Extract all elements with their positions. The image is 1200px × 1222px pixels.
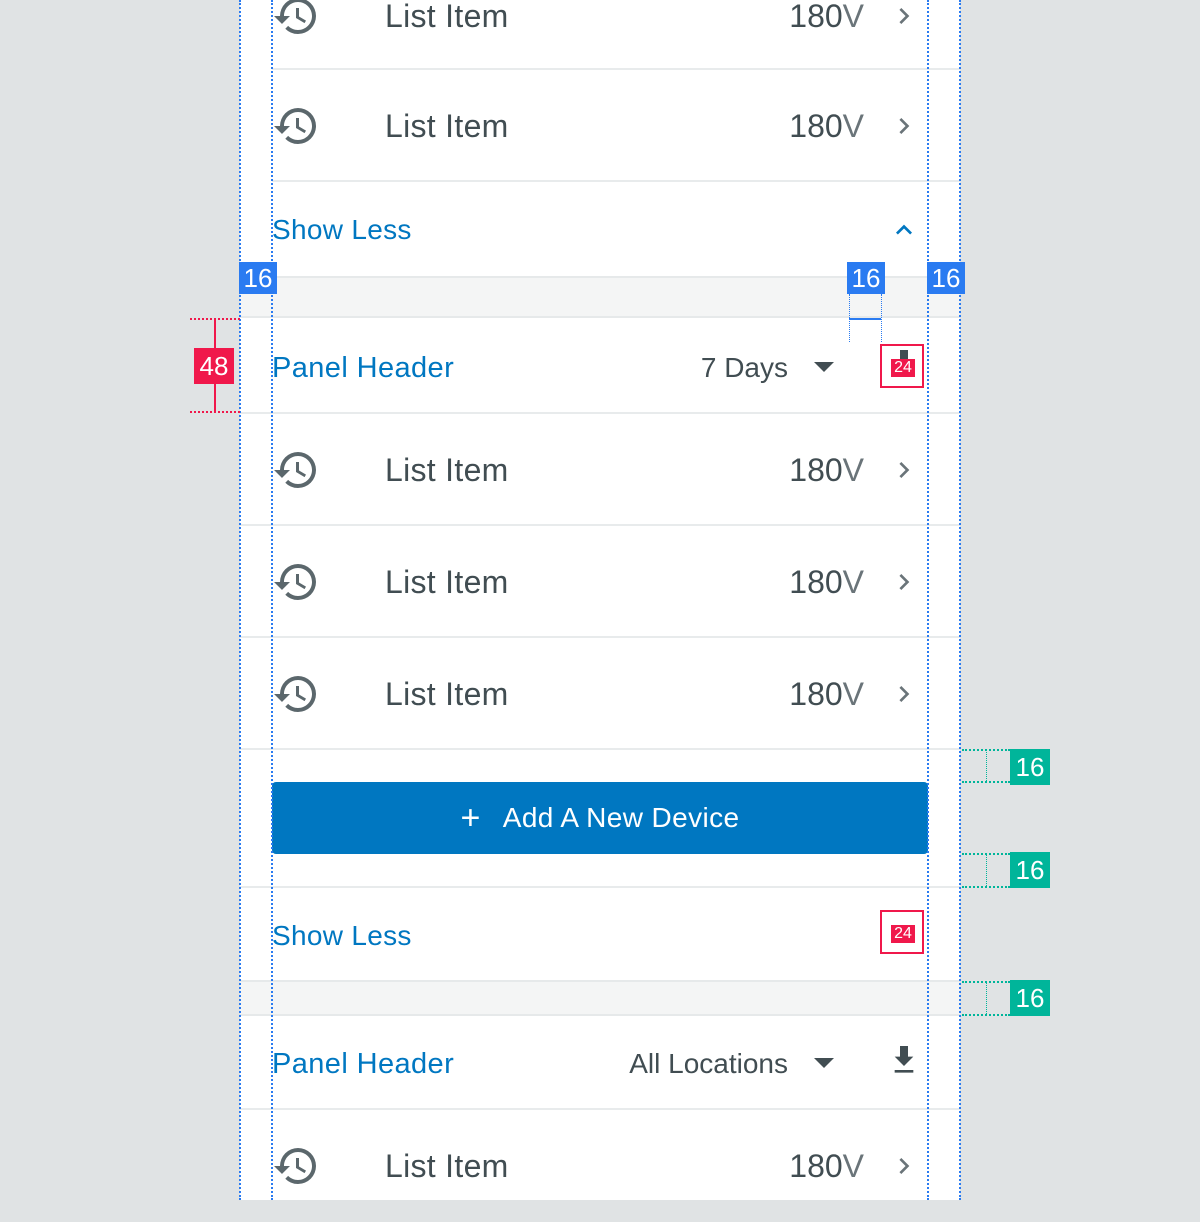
list-item-value: 180V — [789, 452, 864, 488]
guide-line — [986, 853, 987, 886]
icon-size-label: 24 — [891, 925, 915, 943]
list-item-value: 180V — [789, 1148, 864, 1184]
list-item-row[interactable]: List Item 180V — [272, 70, 928, 182]
list-item-value: 180V — [789, 0, 864, 34]
list-item-value: 180V — [789, 564, 864, 600]
icon-size-box: 24 — [880, 910, 924, 954]
divider — [240, 748, 960, 750]
add-new-device-button[interactable]: + Add A New Device — [272, 782, 928, 854]
show-less-toggle[interactable]: Show Less — [272, 888, 928, 984]
show-less-link[interactable]: Show Less — [272, 182, 412, 278]
add-new-device-label: Add A New Device — [502, 802, 740, 833]
list-item-value: 180V — [789, 108, 864, 144]
chevron-right-icon[interactable] — [888, 566, 920, 598]
history-icon — [274, 676, 316, 712]
dropdown-arrow-icon — [814, 1057, 834, 1068]
dropdown-arrow-icon — [814, 361, 834, 372]
guide-line — [962, 1014, 1010, 1016]
history-icon — [274, 452, 316, 488]
panel-title: Panel Header — [272, 1048, 455, 1080]
list-item-label: List Item — [385, 108, 509, 144]
list-item-label: List Item — [385, 564, 509, 600]
spacing-badge-right: 16 — [927, 262, 965, 294]
section-separator — [240, 980, 960, 1016]
icon-size-box: 24 — [880, 344, 924, 388]
guide-line — [271, 0, 273, 1200]
history-icon — [274, 0, 316, 35]
list-item-label: List Item — [385, 452, 509, 488]
panel-title: Panel Header — [272, 352, 455, 384]
panel-header: Panel Header All Locations — [272, 1016, 928, 1112]
guide-line — [986, 749, 987, 781]
guide-line — [986, 981, 987, 1014]
history-icon — [274, 1148, 316, 1184]
guide-line — [959, 0, 961, 1200]
show-less-link[interactable]: Show Less — [272, 888, 412, 984]
spacing-badge-icon: 16 — [847, 262, 885, 294]
measure-line — [849, 318, 881, 320]
list-item-label: List Item — [385, 1148, 509, 1184]
icon-size-label: 24 — [891, 359, 915, 377]
list-item-label: List Item — [385, 676, 509, 712]
height-badge: 48 — [194, 348, 234, 384]
list-item-row[interactable]: List Item 180V — [272, 1110, 928, 1222]
list-item-label: List Item — [385, 0, 509, 34]
chevron-right-icon[interactable] — [888, 1150, 920, 1182]
gap-badge: 16 — [1010, 980, 1050, 1016]
plus-icon: + — [460, 799, 481, 837]
show-less-toggle[interactable]: Show Less — [272, 182, 928, 278]
chevron-right-icon[interactable] — [888, 110, 920, 142]
chevron-right-icon[interactable] — [888, 678, 920, 710]
guide-line — [881, 294, 882, 342]
location-dropdown[interactable]: All Locations — [629, 1016, 834, 1112]
download-icon[interactable] — [888, 1042, 920, 1082]
gap-badge: 16 — [1010, 852, 1050, 888]
time-range-dropdown[interactable]: 7 Days — [701, 320, 834, 416]
chevron-up-icon[interactable] — [888, 214, 920, 246]
guide-line — [239, 0, 241, 1200]
guide-line — [962, 781, 1010, 783]
spacing-badge-left: 16 — [239, 262, 277, 294]
history-icon — [274, 564, 316, 600]
chevron-right-icon[interactable] — [888, 0, 920, 32]
guide-line — [962, 886, 1010, 888]
panel-header: Panel Header 7 Days — [272, 320, 928, 416]
list-item-row[interactable]: List Item 180V — [272, 0, 928, 72]
list-item-row[interactable]: List Item 180V — [272, 526, 928, 638]
gap-badge: 16 — [1010, 749, 1050, 785]
list-item-row[interactable]: List Item 180V — [272, 414, 928, 526]
device-panel-card: List Item 180V List Item 180V Show Less … — [240, 0, 960, 1200]
chevron-right-icon[interactable] — [888, 454, 920, 486]
history-icon — [274, 108, 316, 145]
list-item-row[interactable]: List Item 180V — [272, 638, 928, 750]
guide-line — [927, 0, 929, 1200]
list-item-value: 180V — [789, 676, 864, 712]
